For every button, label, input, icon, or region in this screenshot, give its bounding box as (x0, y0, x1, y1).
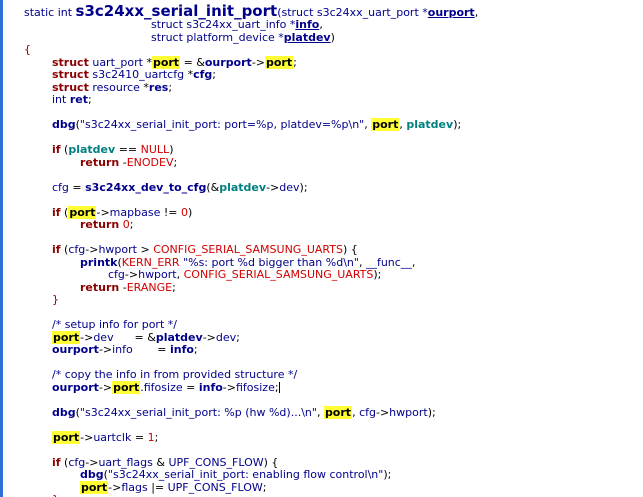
code-line: dbg("s3c24xx_serial_init_port: %p (hw %d… (52, 405, 436, 419)
code-line: /* setup info for port */ (52, 318, 177, 331)
code-line: port->flags |= UPF_CONS_FLOW; (80, 480, 267, 494)
code-line: port->uartclk = 1; (52, 430, 159, 444)
info-link[interactable]: info (295, 18, 319, 31)
platdev-link[interactable]: platdev (284, 31, 331, 44)
code-line: struct platform_device *platdev) (151, 30, 335, 44)
code-line: struct resource *res; (52, 80, 173, 94)
code-line: return -ENODEV; (80, 155, 178, 169)
code-line: ourport->info = info; (52, 343, 198, 356)
code-line: return -ERANGE; (80, 280, 176, 294)
code-line: } (52, 293, 59, 306)
code-editor[interactable]: static int s3c24xx_serial_init_port(stru… (24, 3, 643, 497)
code-line: int ret; (52, 93, 92, 106)
editor-margin-bar (0, 0, 3, 497)
text-cursor (278, 382, 280, 393)
code-line: dbg("s3c24xx_serial_init_port: enabling … (80, 468, 392, 481)
code-line: ourport->port.fifosize = info->fifosize; (52, 380, 280, 394)
code-line: cfg = s3c24xx_dev_to_cfg(&platdev->dev); (52, 180, 308, 194)
code-line: dbg("s3c24xx_serial_init_port: port=%p, … (52, 118, 462, 131)
code-line: return 0; (80, 218, 134, 231)
ourport-link[interactable]: ourport (428, 6, 475, 19)
code-line: /* copy the info in from provided struct… (52, 368, 298, 381)
code-line: static int s3c24xx_serial_init_port(stru… (24, 3, 479, 20)
